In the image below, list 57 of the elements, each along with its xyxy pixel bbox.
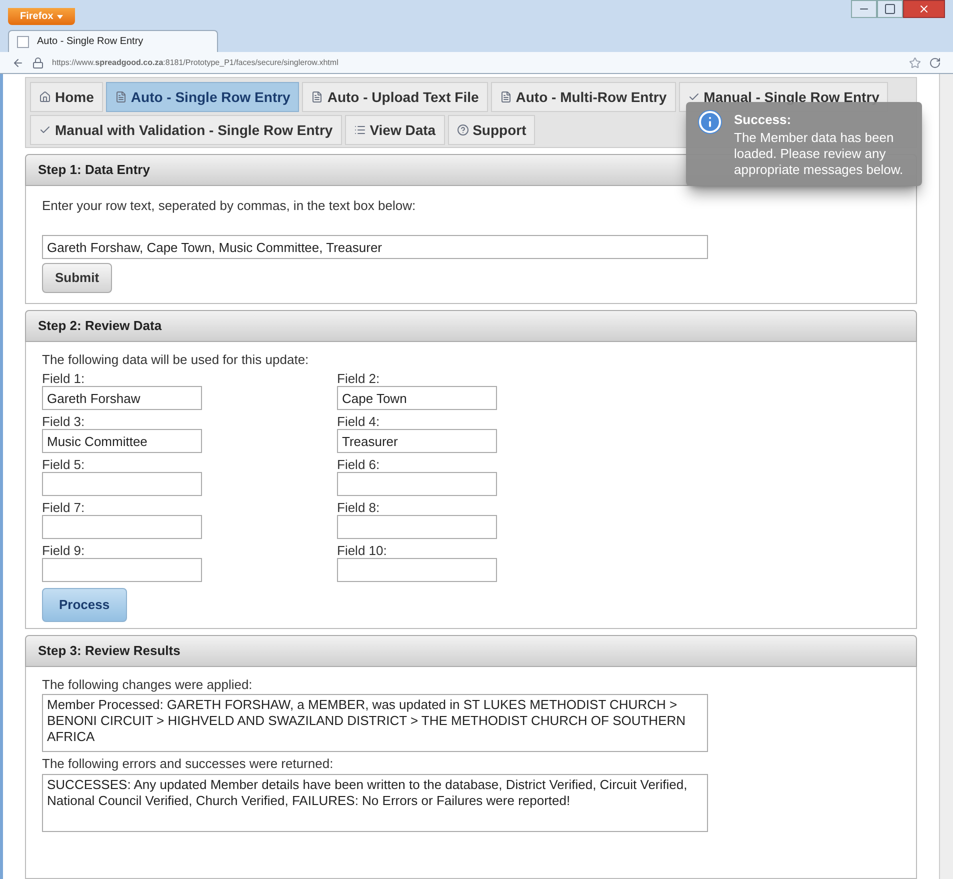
document-icon <box>114 91 127 103</box>
maximize-icon <box>884 3 896 15</box>
field-input[interactable] <box>42 558 202 582</box>
field-label: Field 8: <box>337 499 381 515</box>
field-label: Field 5: <box>42 456 86 472</box>
nav-tab[interactable]: Support <box>448 115 536 145</box>
changes-label: The following changes were applied: <box>42 676 254 694</box>
field-label: Field 9: <box>42 542 86 558</box>
field-label: Field 7: <box>42 499 86 515</box>
field-label: Field 10: <box>337 542 388 558</box>
caret-icon <box>57 14 64 18</box>
nav-tab[interactable]: Auto - Multi-Row Entry <box>490 82 676 112</box>
intro-text: The following data will be used for this update: <box>42 350 310 369</box>
help-icon <box>456 124 469 136</box>
panel-header: Step 2: Review Data <box>25 310 917 342</box>
field-input[interactable] <box>42 515 202 539</box>
process-button[interactable]: Process <box>42 588 127 622</box>
field-input[interactable] <box>42 472 202 496</box>
instruction-text: Enter your row text, seperated by commas, in the text box below: <box>42 196 417 215</box>
maximize-button[interactable] <box>877 0 903 18</box>
nav-tab[interactable]: Manual with Validation - Single Row Entry <box>30 115 342 145</box>
field-label: Field 3: <box>42 413 86 429</box>
document-icon <box>500 91 512 103</box>
close-button[interactable] <box>903 0 945 18</box>
lock-icon <box>32 56 44 68</box>
close-icon <box>918 3 930 15</box>
field-input[interactable] <box>337 472 497 496</box>
field-input[interactable]: Music Committee <box>42 429 202 453</box>
reload-icon[interactable] <box>929 56 941 68</box>
field-label: Field 6: <box>337 456 381 472</box>
row-text-field[interactable]: Gareth Forshaw, Cape Town, Music Committee, Treasurer <box>42 235 708 259</box>
field-input[interactable]: Cape Town <box>337 386 497 410</box>
check-icon <box>688 91 700 103</box>
nav-tab[interactable]: View Data <box>344 115 445 145</box>
panel-header: Step 3: Review Results <box>25 635 917 666</box>
back-icon[interactable] <box>12 56 24 68</box>
info-icon <box>698 110 722 134</box>
nav-tab[interactable]: Auto - Single Row Entry <box>106 82 300 112</box>
field-input[interactable]: Gareth Forshaw <box>42 386 202 410</box>
home-icon <box>39 91 51 103</box>
field-input[interactable]: Treasurer <box>337 429 497 453</box>
errors-label: The following errors and successes were returned: <box>42 755 334 773</box>
changes-textarea[interactable]: Member Processed: GARETH FORSHAW, a MEMBER, was updated in ST LUKES METHODIST CHURCH > BENONI CIRCUIT > HIGHVELD AND SWAZILAND DISTRICT > THE METHODIST CHURCH OF SOUTHERN AFRICA <box>42 694 708 752</box>
field-label: Field 2: <box>337 370 381 386</box>
browser-tab[interactable]: Auto - Single Row Entry <box>8 30 218 52</box>
field-input[interactable] <box>337 558 497 582</box>
bookmark-star-icon[interactable] <box>909 56 921 68</box>
toast-title: Success: <box>734 111 792 129</box>
field-label: Field 4: <box>337 413 381 429</box>
field-input[interactable] <box>337 515 497 539</box>
field-label: Field 1: <box>42 370 86 386</box>
check-icon <box>39 124 51 136</box>
submit-button[interactable]: Submit <box>42 263 112 293</box>
nav-tab[interactable]: Home <box>30 82 103 112</box>
document-icon <box>311 91 324 103</box>
errors-textarea[interactable]: SUCCESSES: Any updated Member details have been written to the database, District Verified, Circuit Verified, National Council Verified, Church Verified, FAILURES: No Errors or Failures were reported! <box>42 774 708 832</box>
nav-tab[interactable]: Auto - Upload Text File <box>302 82 488 112</box>
